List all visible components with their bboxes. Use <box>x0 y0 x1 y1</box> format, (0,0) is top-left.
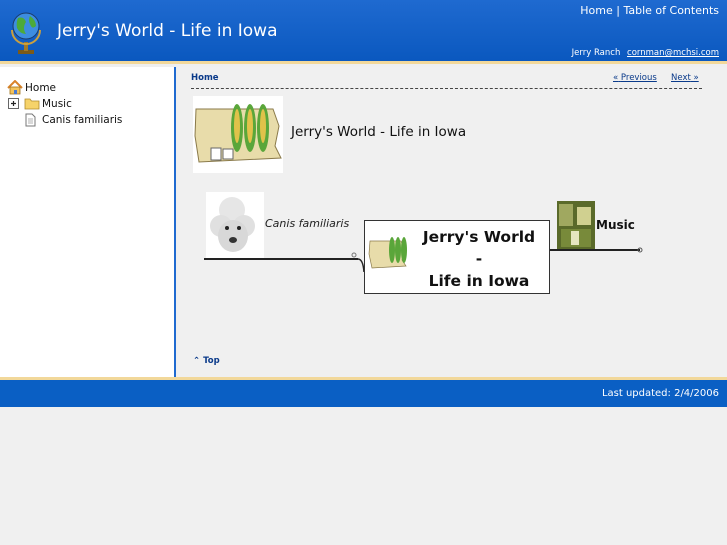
header-bar: Jerry's World - Life in Iowa Home | Tabl… <box>0 0 727 64</box>
breadcrumb[interactable]: Home <box>191 73 219 83</box>
center-topic-node[interactable]: Jerry's World - Life in Iowa <box>364 220 550 294</box>
expand-plus-icon[interactable] <box>8 98 19 109</box>
center-line-2: - <box>475 250 483 268</box>
footer-bar: Last updated: 2/4/2006 <box>0 377 727 407</box>
music-node[interactable]: Music <box>596 218 635 232</box>
top-link[interactable]: ⌃ Top <box>193 356 220 366</box>
folder-icon <box>24 98 40 110</box>
author-name: Jerry Ranch <box>571 48 621 58</box>
page-background <box>0 407 727 545</box>
table-of-contents-link[interactable]: Table of Contents <box>623 4 719 17</box>
sidebar-item-home[interactable]: Home <box>7 80 56 95</box>
next-label: Next <box>671 73 691 83</box>
previous-link[interactable]: « Previous <box>613 73 657 83</box>
last-updated: Last updated: 2/4/2006 <box>601 388 719 399</box>
center-line-3: Life in Iowa <box>428 272 530 290</box>
arrow-up-icon: ⌃ <box>193 356 201 366</box>
home-icon <box>7 80 23 95</box>
poodle-image <box>206 192 264 258</box>
sidebar-item-label: Home <box>25 81 57 94</box>
sidebar-item-label: Canis familiaris <box>42 114 123 126</box>
document-icon <box>25 113 36 127</box>
iowa-corn-thumbnail <box>368 237 407 269</box>
chevron-right-icon: » <box>693 73 699 83</box>
sidebar-item-label: Music <box>42 97 72 110</box>
music-image <box>557 201 595 249</box>
canis-familiaris-node[interactable]: Canis familiaris <box>265 217 349 230</box>
link-separator: | <box>616 4 620 17</box>
sidebar-item-canis-familiaris[interactable]: Canis familiaris <box>25 113 122 127</box>
home-link[interactable]: Home <box>580 4 612 17</box>
sidebar-item-music[interactable]: Music <box>8 97 72 110</box>
author-info: Jerry Ranch cornman@mchsi.com <box>572 48 719 58</box>
site-title: Jerry's World - Life in Iowa <box>57 21 278 41</box>
sidebar-tree: Home Music Canis familiaris <box>0 67 176 377</box>
page-heading: Jerry's World - Life in Iowa <box>291 124 467 140</box>
breadcrumb-bar: Home « Previous Next » <box>191 71 702 89</box>
center-line-1: Jerry's World <box>422 228 536 246</box>
email-link[interactable]: cornman@mchsi.com <box>627 48 719 58</box>
top-label: Top <box>203 356 220 366</box>
chevron-left-icon: « <box>613 73 619 83</box>
main-content: Home « Previous Next » Jerry's World - L… <box>178 67 727 377</box>
iowa-corn-image <box>193 96 283 173</box>
top-links: Home | Table of Contents <box>580 4 719 17</box>
center-topic-title: Jerry's World - Life in Iowa <box>409 226 549 292</box>
next-link[interactable]: Next » <box>671 73 699 83</box>
previous-label: Previous <box>620 73 657 83</box>
globe-logo-icon <box>11 12 41 54</box>
